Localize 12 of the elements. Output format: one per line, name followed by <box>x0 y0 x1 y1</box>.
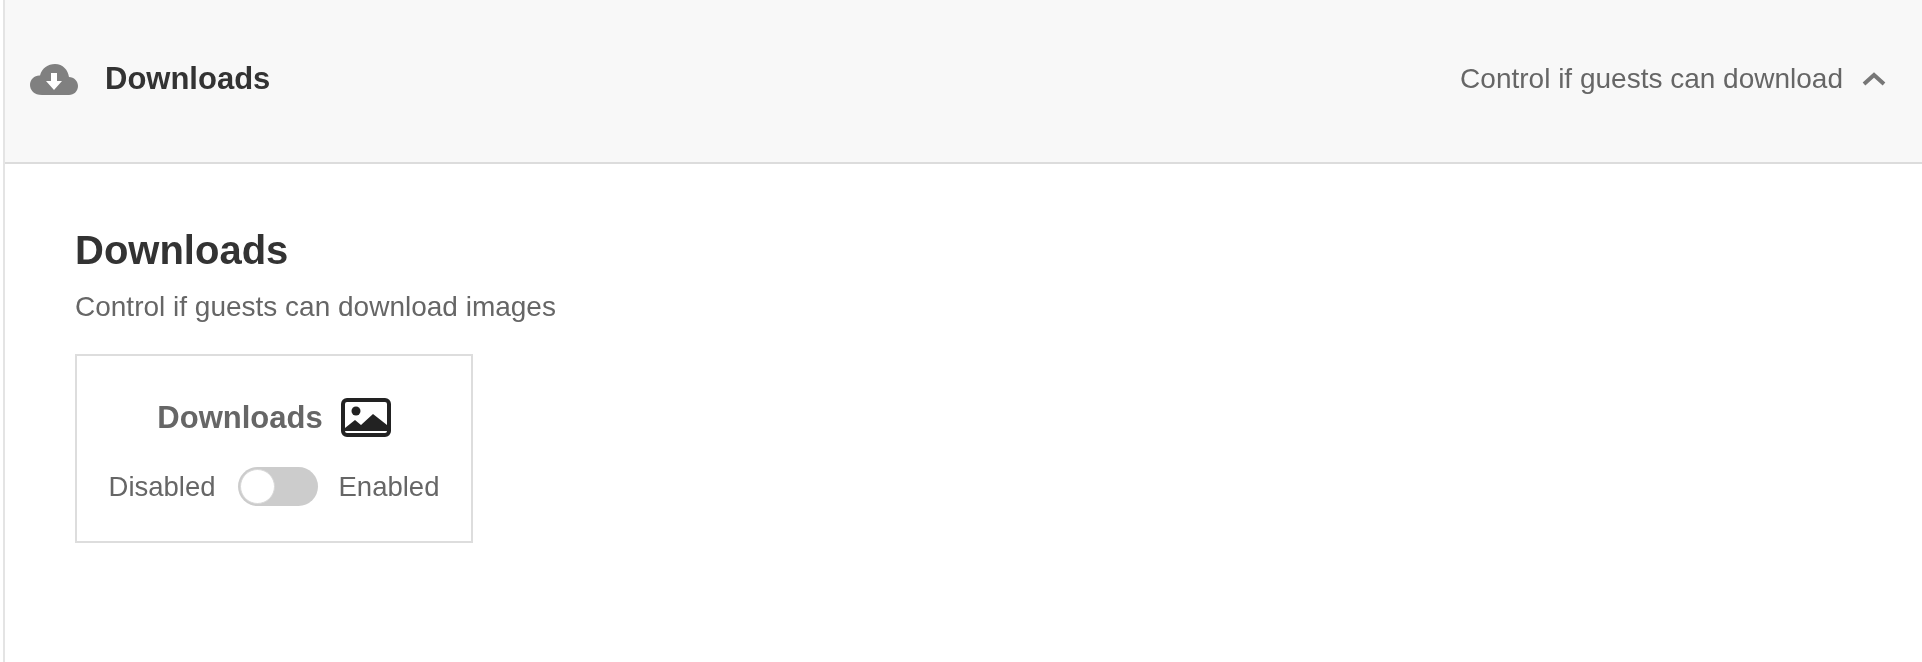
section-title: Downloads <box>105 60 271 98</box>
section-description: Control if guests can download images <box>75 290 556 324</box>
disabled-label: Disabled <box>108 469 216 503</box>
cloud-download-icon <box>30 63 78 95</box>
section-heading: Downloads <box>75 227 289 274</box>
section-header[interactable]: Downloads Control if guests can download <box>5 0 1922 164</box>
section-summary: Control if guests can download <box>1460 62 1843 96</box>
setting-title: Downloads <box>157 398 323 436</box>
enabled-label: Enabled <box>338 469 440 503</box>
picture-icon <box>340 397 391 437</box>
chevron-up-icon[interactable] <box>1862 72 1886 86</box>
toggle-switch[interactable] <box>237 466 318 506</box>
